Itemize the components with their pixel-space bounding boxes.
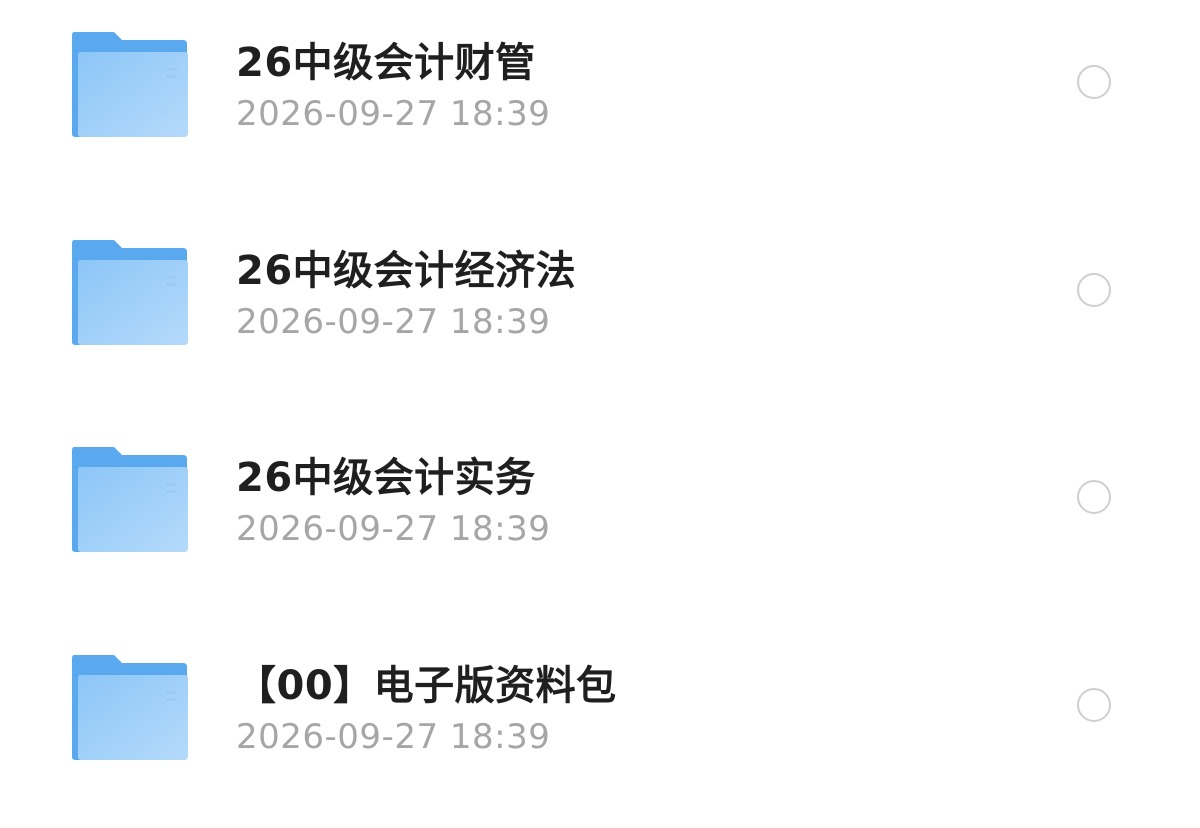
folder-modified-time: 2026-09-27 18:39 (236, 94, 551, 134)
file-row-folder[interactable]: 26中级会计经济法 2026-09-27 18:39 (0, 208, 1200, 416)
folder-name: 26中级会计实务 (236, 455, 536, 501)
folder-name: 26中级会计经济法 (236, 248, 577, 294)
folder-icon (70, 653, 190, 763)
folder-name: 26中级会计财管 (236, 40, 536, 86)
folder-icon (70, 238, 190, 348)
folder-icon (70, 445, 190, 555)
file-row-folder[interactable]: 【00】电子版资料包 2026-09-27 18:39 (0, 620, 1200, 828)
file-list: 26中级会计财管 2026-09-27 18:39 26中级会计经济法 2026… (0, 0, 1200, 828)
folder-modified-time: 2026-09-27 18:39 (236, 509, 551, 549)
folder-icon (70, 30, 190, 140)
select-checkbox[interactable] (1077, 273, 1111, 307)
select-checkbox[interactable] (1077, 65, 1111, 99)
folder-name: 【00】电子版资料包 (236, 663, 617, 709)
select-checkbox[interactable] (1077, 688, 1111, 722)
file-row-folder[interactable]: 26中级会计财管 2026-09-27 18:39 (0, 0, 1200, 208)
folder-modified-time: 2026-09-27 18:39 (236, 717, 551, 757)
select-checkbox[interactable] (1077, 480, 1111, 514)
folder-modified-time: 2026-09-27 18:39 (236, 302, 551, 342)
file-row-folder[interactable]: 26中级会计实务 2026-09-27 18:39 (0, 416, 1200, 624)
